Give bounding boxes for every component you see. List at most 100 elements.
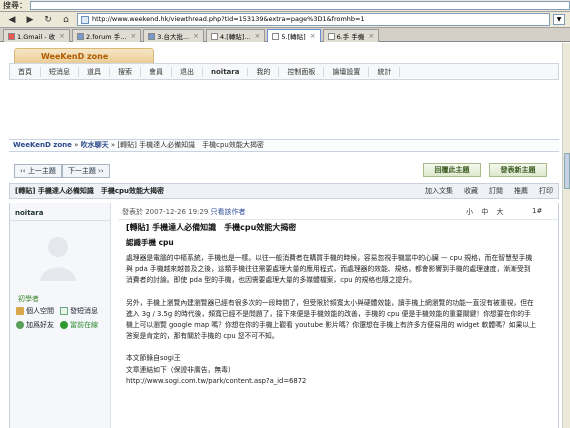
divider: [118, 219, 558, 220]
page-icon: [81, 16, 89, 24]
address-bar[interactable]: http://www.weekend.hk/viewthread.php?tid…: [77, 13, 550, 26]
vertical-scrollbar[interactable]: [562, 43, 570, 428]
close-tab-icon[interactable]: ×: [59, 32, 65, 40]
thread-action[interactable]: 收藏: [464, 184, 478, 198]
pm-link[interactable]: 發短消息: [60, 306, 104, 316]
tab-label: 3.台大批...: [157, 33, 190, 41]
top-nav: 首頁 短消息 道具 搜索 會員 退出 noitara 我的 控制面板 論壇設置 統計: [9, 63, 559, 80]
reload-icon[interactable]: ↻: [40, 14, 56, 26]
search-input[interactable]: [30, 1, 570, 10]
post: noitara 初學者 個人空間 發短消息 加爲好友 當前在線 發表於 2007…: [9, 203, 559, 428]
post-meta: 發表於 2007-12-26 19:29 只看該作者: [122, 207, 246, 217]
breadcrumb: WeeKenD zone » 吹水聊天 » [轉貼] 手機達人必備知識 手機cp…: [9, 139, 559, 152]
thread-action[interactable]: 打印: [539, 184, 553, 198]
back-arrow-icon[interactable]: ◀: [4, 14, 20, 26]
thread-pager: ‹‹ 上一主題 下一主題 ››: [14, 164, 110, 178]
favicon-icon: [77, 32, 85, 40]
breadcrumb-sep: »: [110, 141, 116, 149]
add-friend-label: 加爲好友: [26, 321, 54, 329]
tab-6[interactable]: 6.手 手機 ×: [322, 29, 380, 42]
tab-label: 6.手 手機: [336, 33, 365, 41]
tab-label: 2.forum 手...: [86, 33, 127, 41]
close-tab-icon[interactable]: ×: [310, 32, 316, 40]
post-date: 發表於 2007-12-26 19:29: [122, 208, 209, 216]
favicon-icon: [211, 32, 219, 40]
page-content: WeeKenD zone 首頁 短消息 道具 搜索 會員 退出 noitara 我的 控制面板論…: [0, 43, 562, 428]
breadcrumb-home[interactable]: WeeKenD zone: [13, 141, 72, 149]
nav-item[interactable]: 退出: [172, 66, 203, 77]
breadcrumb-forum[interactable]: 吹水聊天: [81, 141, 109, 149]
tab-label: 1.Gmail - 收: [17, 33, 56, 41]
nav-item[interactable]: 首頁: [10, 66, 41, 77]
user-rank: 初學者: [18, 295, 39, 303]
nav-item[interactable]: 道具: [79, 66, 110, 77]
nav-item[interactable]: 論壇設置: [324, 66, 370, 77]
online-status: 當前在線: [60, 320, 104, 330]
new-thread-button[interactable]: 發表新主題: [489, 163, 547, 177]
pm-link-label: 發短消息: [70, 307, 98, 315]
thread-action[interactable]: 訂閱: [489, 184, 503, 198]
tab-1[interactable]: 1.Gmail - 收 ×: [3, 29, 71, 42]
divider: [10, 220, 110, 221]
search-toolbar: 搜尋：: [0, 0, 570, 12]
friend-icon: [16, 321, 24, 329]
nav-item[interactable]: noitara: [203, 67, 249, 76]
favicon-icon: [272, 32, 280, 40]
banner-area: [9, 83, 559, 131]
reply-button[interactable]: 回覆此主題: [423, 163, 481, 177]
tab-3[interactable]: 3.台大批... ×: [143, 29, 205, 42]
author-name[interactable]: noitara: [15, 209, 43, 217]
thread-header: [轉貼] 手機達人必備知識 手機cpu效能大揭密 加入文集 收藏 訂閱 推薦 打印: [9, 183, 559, 199]
post-text: 處理器是電腦的中樞系統，手機也是一樣。以往一般消費者在購買手機的時候，容易忽視手…: [126, 253, 536, 398]
close-tab-icon[interactable]: ×: [368, 32, 374, 40]
post-paragraph: 本文節錄自sogi王 文章連結如下（保證非廣告，無毒） http://www.s…: [126, 354, 307, 385]
online-label: 當前在線: [70, 321, 98, 329]
close-tab-icon[interactable]: ×: [255, 32, 261, 40]
go-button[interactable]: ▼: [553, 14, 565, 25]
post-floor: 1#: [532, 207, 543, 215]
breadcrumb-thread: [轉貼] 手機達人必備知識 手機cpu效能大揭密: [117, 141, 264, 149]
address-toolbar: ◀ ▶ ↻ ⌂ http://www.weekend.hk/viewthread…: [0, 12, 570, 28]
tab-5[interactable]: 5.[轉貼] ×: [267, 29, 321, 42]
favicon-icon: [148, 32, 156, 40]
home-icon: [16, 307, 24, 315]
nav-item[interactable]: 統計: [369, 66, 401, 77]
search-label: 搜尋：: [3, 1, 27, 10]
tab-4[interactable]: 4.[轉貼]... ×: [206, 29, 266, 42]
space-link[interactable]: 個人空間: [16, 306, 60, 316]
prev-thread-link[interactable]: ‹‹ 上一主題: [14, 164, 62, 178]
tab-label: 5.[轉貼]: [281, 33, 306, 41]
address-url: http://www.weekend.hk/viewthread.php?tid…: [92, 15, 365, 23]
favicon-icon: [8, 32, 15, 40]
post-paragraph: 另外，手機上瀏覽內建瀏覽器已經有很多次的一段時間了，但受限於頻寬太小與硬體效能，…: [126, 298, 536, 341]
space-link-label: 個人空間: [26, 307, 54, 315]
nav-item[interactable]: 搜索: [110, 66, 141, 77]
close-tab-icon[interactable]: ×: [193, 32, 199, 40]
nav-item[interactable]: 短消息: [41, 66, 79, 77]
tab-2[interactable]: 2.forum 手... ×: [72, 29, 142, 42]
post-body-panel: 發表於 2007-12-26 19:29 只看該作者 小 中 大 1# [轉貼]…: [118, 203, 558, 428]
thread-buttons: 回覆此主題 發表新主題: [423, 163, 547, 177]
tab-label: 4.[轉貼]...: [220, 33, 251, 41]
online-icon: [60, 321, 68, 329]
post-title: [轉貼] 手機達人必備知識 手機cpu效能大揭密: [126, 223, 297, 232]
avatar[interactable]: [38, 233, 78, 281]
nav-item[interactable]: 會員: [141, 66, 172, 77]
breadcrumb-sep: »: [74, 141, 79, 149]
tab-bar: 1.Gmail - 收 × 2.forum 手... × 3.台大批... × 4.[轉貼]…: [0, 28, 570, 42]
author-only-link[interactable]: 只看該作者: [211, 208, 246, 216]
post-paragraph: 處理器是電腦的中樞系統，手機也是一樣。以往一般消費者在購買手機的時候，容易忽視手…: [126, 254, 533, 285]
add-friend-link[interactable]: 加爲好友: [16, 320, 60, 330]
post-subtitle: 認識手機 cpu: [126, 238, 174, 247]
forward-arrow-icon[interactable]: ▶: [22, 14, 38, 26]
scrollbar-thumb[interactable]: [564, 153, 570, 189]
close-tab-icon[interactable]: ×: [130, 32, 136, 40]
next-thread-link[interactable]: 下一主題 ››: [61, 164, 110, 178]
home-icon[interactable]: ⌂: [58, 14, 74, 26]
nav-item[interactable]: 我的: [248, 66, 280, 77]
post-author-panel: noitara 初學者 個人空間 發短消息 加爲好友 當前在線: [10, 203, 111, 428]
thread-action[interactable]: 加入文集: [425, 184, 453, 198]
font-size-switcher[interactable]: 小 中 大: [466, 207, 506, 217]
nav-item[interactable]: 控制面板: [279, 66, 325, 77]
thread-action[interactable]: 推薦: [514, 184, 528, 198]
